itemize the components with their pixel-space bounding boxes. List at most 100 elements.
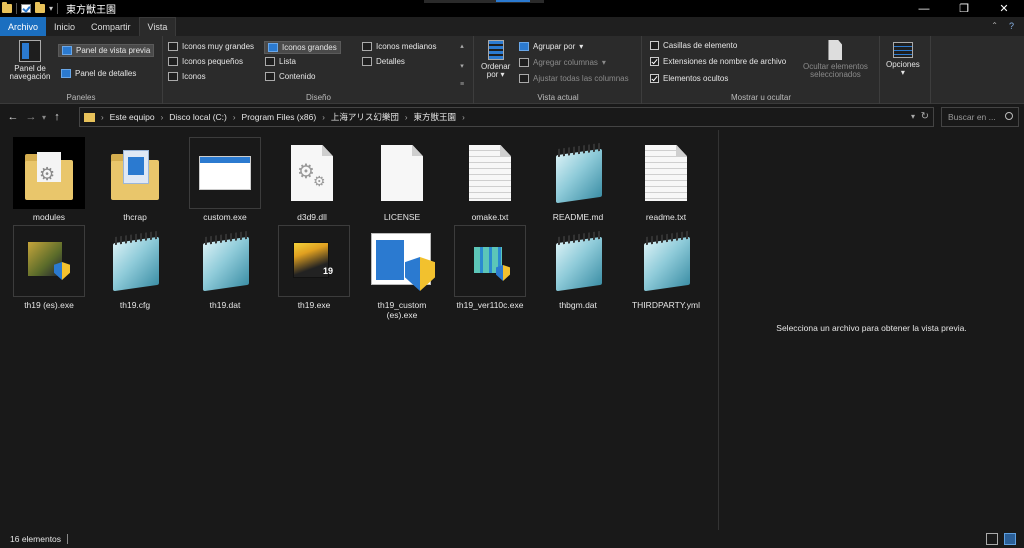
- details-pane-button[interactable]: Panel de detalles: [61, 69, 136, 78]
- file-item[interactable]: readme.txt: [629, 137, 703, 222]
- file-item[interactable]: thcrap: [98, 137, 172, 222]
- group-by-button[interactable]: Agrupar por ▾: [519, 42, 583, 51]
- item-checkboxes-label: Casillas de elemento: [663, 41, 738, 50]
- notepad-icon: [189, 225, 261, 297]
- file-item[interactable]: th19.dat: [188, 225, 262, 310]
- tab-home[interactable]: Inicio: [46, 17, 83, 36]
- maximize-button[interactable]: ❐: [944, 0, 984, 17]
- file-name: th19.exe: [297, 300, 331, 310]
- notepad-icon: [630, 225, 702, 297]
- tab-share[interactable]: Compartir: [83, 17, 139, 36]
- search-input[interactable]: Buscar en ...: [941, 107, 1019, 127]
- close-button[interactable]: ✕: [984, 0, 1024, 17]
- sort-by-button[interactable]: Ordenar por ▾: [481, 40, 510, 79]
- file-item[interactable]: LICENSE: [365, 137, 439, 222]
- minimize-button[interactable]: —: [904, 0, 944, 17]
- file-item[interactable]: th19 (es).exe: [12, 225, 86, 310]
- scroll-up-icon[interactable]: ▴: [460, 42, 464, 50]
- file-name: th19 (es).exe: [24, 300, 74, 310]
- details-pane-label: Panel de detalles: [75, 69, 137, 78]
- tab-file[interactable]: Archivo: [0, 17, 47, 36]
- status-separator: [67, 534, 69, 544]
- breadcrumb-current-folder[interactable]: 東方獣王園: [414, 111, 457, 123]
- file-item[interactable]: thbgm.dat: [541, 225, 615, 310]
- up-icon[interactable]: ↑: [48, 111, 66, 123]
- scroll-down-icon[interactable]: ▾: [460, 62, 464, 70]
- breadcrumb-separator[interactable]: ›: [405, 113, 408, 122]
- back-icon[interactable]: ←: [4, 111, 22, 123]
- layout-group-label: Diseño: [306, 93, 331, 102]
- file-item[interactable]: th19_custom (es).exe: [365, 225, 439, 320]
- panes-group-label: Paneles: [66, 93, 96, 102]
- chevron-down-icon: ▾: [601, 58, 606, 67]
- file-item[interactable]: th19.cfg: [98, 225, 172, 310]
- notepad-icon: [99, 225, 171, 297]
- file-name: th19.cfg: [119, 300, 151, 310]
- options-button[interactable]: Opciones ▾: [886, 42, 920, 77]
- breadcrumb-separator[interactable]: ›: [161, 113, 164, 122]
- hide-selected-icon: [828, 40, 843, 60]
- preview-pane-label: Panel de vista previa: [76, 46, 151, 55]
- file-item[interactable]: THIRDPARTY.yml: [629, 225, 703, 310]
- forward-icon[interactable]: →: [22, 111, 40, 123]
- hide-selected-button[interactable]: Ocultar elementos seleccionados: [803, 40, 868, 79]
- navigation-pane-icon: [19, 40, 41, 62]
- file-item[interactable]: README.md: [541, 137, 615, 222]
- refresh-icon[interactable]: ↻: [921, 111, 929, 122]
- file-item[interactable]: th19_ver110c.exe: [453, 225, 527, 310]
- breadcrumb-separator[interactable]: ›: [322, 113, 325, 122]
- layout-content[interactable]: Contenido: [265, 72, 315, 81]
- address-bar[interactable]: › Este equipo › Disco local (C:) › Progr…: [79, 107, 934, 127]
- breadcrumb-separator[interactable]: ›: [462, 113, 465, 122]
- item-checkboxes-checkbox[interactable]: [650, 41, 659, 50]
- recent-locations-icon[interactable]: ▾: [40, 113, 48, 122]
- breadcrumb-separator[interactable]: ›: [233, 113, 236, 122]
- layout-small-icons[interactable]: Iconos pequeños: [168, 57, 243, 66]
- preview-pane-button[interactable]: Panel de vista previa: [58, 44, 155, 57]
- item-checkboxes-toggle[interactable]: Casillas de elemento: [650, 41, 737, 50]
- status-bar: 16 elementos: [0, 530, 1024, 548]
- layout-details[interactable]: Detalles: [362, 57, 405, 66]
- address-history-icon[interactable]: ▾: [911, 112, 915, 121]
- preview-pane: Selecciona un archivo para obtener la vi…: [719, 130, 1024, 530]
- properties-icon[interactable]: [21, 4, 31, 13]
- help-icon[interactable]: ?: [1009, 21, 1014, 31]
- navigation-bar: ← → ▾ ↑ › Este equipo › Disco local (C:)…: [0, 107, 1024, 127]
- quick-access-separator: [16, 3, 17, 14]
- breadcrumb-program-files[interactable]: Program Files (x86): [242, 112, 317, 122]
- layout-gallery-scroll[interactable]: ▴ ▾ ≡: [457, 42, 467, 88]
- layout-extra-large-icons[interactable]: Iconos muy grandes: [168, 42, 254, 51]
- file-item[interactable]: ⚙ modules: [12, 137, 86, 222]
- file-name: README.md: [552, 212, 604, 222]
- layout-medium-icons[interactable]: Iconos medianos: [362, 42, 436, 51]
- breadcrumb-local-disk[interactable]: Disco local (C:): [169, 112, 227, 122]
- file-item[interactable]: ⚙ ⚙ d3d9.dll: [275, 137, 349, 222]
- file-item[interactable]: 19 th19.exe: [277, 225, 351, 310]
- file-item[interactable]: custom.exe: [188, 137, 262, 222]
- file-extensions-checkbox[interactable]: [650, 57, 659, 66]
- fit-columns-button[interactable]: Ajustar todas las columnas: [519, 74, 629, 83]
- new-folder-icon[interactable]: [35, 2, 45, 13]
- breadcrumb-this-pc[interactable]: Este equipo: [110, 112, 155, 122]
- layout-option-label: Contenido: [279, 72, 316, 81]
- navigation-pane-button[interactable]: Panel de navegación: [6, 40, 54, 81]
- file-extensions-toggle[interactable]: Extensiones de nombre de archivo: [650, 57, 786, 66]
- expand-gallery-icon[interactable]: ≡: [460, 81, 464, 88]
- extra-large-icons-icon: [168, 42, 178, 51]
- breadcrumb-publisher[interactable]: 上海アリス幻樂団: [331, 111, 399, 123]
- hidden-items-checkbox[interactable]: [650, 74, 659, 83]
- breadcrumb-separator[interactable]: ›: [101, 113, 104, 122]
- details-view-icon[interactable]: [986, 533, 998, 545]
- add-columns-button[interactable]: Agregar columnas ▾: [519, 58, 606, 67]
- hidden-items-toggle[interactable]: Elementos ocultos: [650, 74, 728, 83]
- window-controls: — ❐ ✕: [904, 0, 1024, 17]
- collapse-ribbon-icon[interactable]: ⌃: [991, 21, 998, 30]
- customize-quick-access-icon[interactable]: ▾: [49, 4, 53, 13]
- preview-pane-icon: [62, 46, 72, 55]
- file-item[interactable]: omake.txt: [453, 137, 527, 222]
- layout-list[interactable]: Lista: [265, 57, 296, 66]
- tab-view[interactable]: Vista: [138, 17, 177, 36]
- layout-large-icons[interactable]: Iconos grandes: [264, 41, 341, 54]
- large-icons-view-icon[interactable]: [1004, 533, 1016, 545]
- layout-tiles[interactable]: Iconos: [168, 72, 206, 81]
